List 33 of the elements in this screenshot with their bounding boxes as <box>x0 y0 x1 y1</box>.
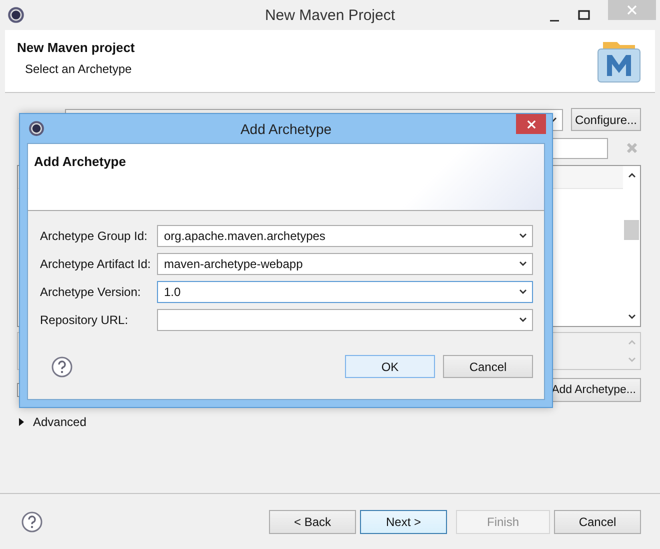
help-icon[interactable] <box>21 510 43 532</box>
field-label: Archetype Artifact Id: <box>40 257 152 271</box>
dialog-button[interactable]: OK <box>345 355 435 378</box>
close-icon <box>627 5 637 15</box>
chevron-up-icon[interactable] <box>628 172 636 178</box>
window-title: New Maven Project <box>264 6 396 24</box>
combo-field[interactable]: org.apache.maven.archetypes <box>157 225 533 247</box>
chevron-down-icon <box>519 233 527 239</box>
page-title: New Maven project <box>17 40 135 55</box>
wizard-button[interactable]: < Back <box>269 510 356 534</box>
field-label: Archetype Version: <box>40 285 142 299</box>
dialog-title: Add Archetype <box>239 120 333 136</box>
advanced-toggle[interactable]: Advanced <box>17 415 86 429</box>
chevron-down-icon <box>519 289 527 295</box>
help-icon[interactable] <box>51 356 73 378</box>
combo-field[interactable]: maven-archetype-webapp <box>157 253 533 275</box>
page-subtitle: Select an Archetype <box>25 62 133 76</box>
close-button[interactable] <box>516 114 546 134</box>
field-label: Archetype Group Id: <box>40 229 148 243</box>
chevron-down-icon <box>519 317 527 323</box>
configure-button[interactable]: Configure... <box>571 108 641 131</box>
scrollbar-thumb[interactable] <box>624 220 639 240</box>
close-icon <box>526 120 536 128</box>
dialog-button[interactable]: Cancel <box>443 355 533 378</box>
wizard-button[interactable]: Next > <box>360 510 447 534</box>
chevron-down-icon[interactable] <box>628 314 636 320</box>
maximize-icon[interactable] <box>578 10 590 20</box>
chevron-down-icon <box>519 261 527 267</box>
field-label: Repository URL: <box>40 313 130 327</box>
combo-field[interactable]: 1.0 <box>157 281 533 303</box>
wizard-button[interactable]: Cancel <box>554 510 641 534</box>
dialog-heading: Add Archetype <box>34 154 126 169</box>
combo-field[interactable] <box>157 309 533 331</box>
